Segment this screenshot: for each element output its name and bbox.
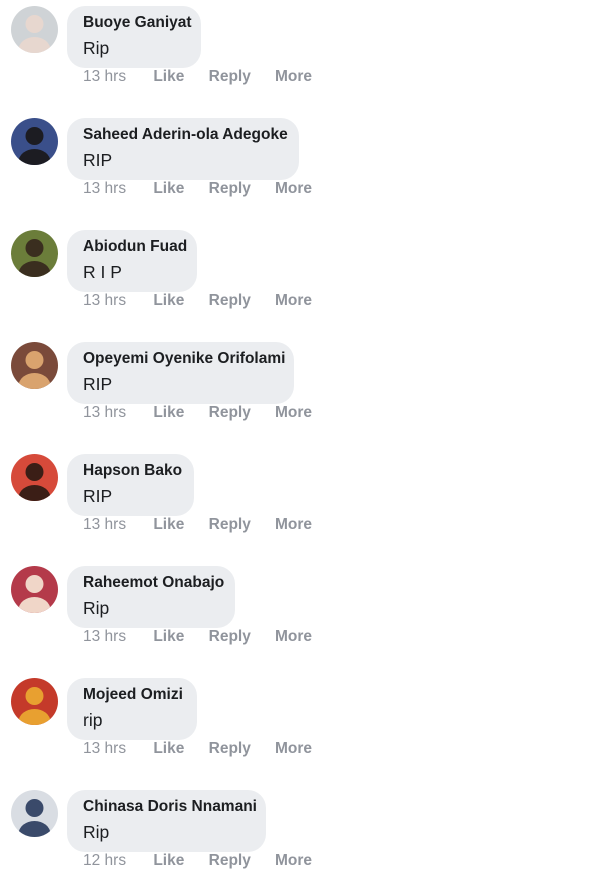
- avatar-3[interactable]: [11, 342, 58, 389]
- comment-text: RIP: [83, 150, 113, 170]
- comment-text: Rip: [83, 598, 110, 618]
- comment-timestamp[interactable]: 13 hrs: [83, 739, 149, 759]
- more-button[interactable]: More: [275, 851, 312, 871]
- reply-button[interactable]: Reply: [209, 739, 271, 759]
- comment-item: Hapson Bako RIP 13 hrs Like Reply More: [0, 448, 600, 560]
- avatar-5[interactable]: [11, 566, 58, 613]
- comment-author[interactable]: Abiodun Fuad: [83, 238, 187, 256]
- comment-author[interactable]: Opeyemi Oyenike Orifolami: [83, 350, 285, 368]
- person-avatar-icon: [11, 118, 58, 165]
- more-button[interactable]: More: [275, 739, 312, 759]
- comment-text: rip: [83, 710, 103, 730]
- comment-actions: 13 hrs Like Reply More: [83, 291, 312, 311]
- comment-text: Rip: [83, 38, 110, 58]
- like-button[interactable]: Like: [153, 403, 204, 423]
- comment-actions: 13 hrs Like Reply More: [83, 67, 312, 87]
- comment-bubble: Saheed Aderin-ola Adegoke RIP: [67, 118, 299, 180]
- comment-timestamp[interactable]: 13 hrs: [83, 291, 149, 311]
- comment-author[interactable]: Hapson Bako: [83, 462, 182, 480]
- comment-actions: 13 hrs Like Reply More: [83, 403, 312, 423]
- comment-bubble: Abiodun Fuad R I P: [67, 230, 197, 292]
- comment-item: Chinasa Doris Nnamani Rip 12 hrs Like Re…: [0, 784, 600, 889]
- comment-item: Abiodun Fuad R I P 13 hrs Like Reply Mor…: [0, 224, 600, 336]
- comment-timestamp[interactable]: 13 hrs: [83, 403, 149, 423]
- comment-actions: 12 hrs Like Reply More: [83, 851, 312, 871]
- comment-author[interactable]: Chinasa Doris Nnamani: [83, 798, 257, 816]
- comment-item: Mojeed Omizi rip 13 hrs Like Reply More: [0, 672, 600, 784]
- comment-text: RIP: [83, 486, 113, 506]
- person-avatar-icon: [11, 678, 58, 725]
- comment-author[interactable]: Mojeed Omizi: [83, 686, 183, 704]
- comment-item: Saheed Aderin-ola Adegoke RIP 13 hrs Lik…: [0, 112, 600, 224]
- comment-bubble: Mojeed Omizi rip: [67, 678, 197, 740]
- comment-bubble: Raheemot Onabajo Rip: [67, 566, 235, 628]
- comment-timestamp[interactable]: 13 hrs: [83, 67, 149, 87]
- person-avatar-icon: [11, 566, 58, 613]
- like-button[interactable]: Like: [153, 67, 204, 87]
- avatar-7[interactable]: [11, 790, 58, 837]
- person-avatar-icon: [11, 230, 58, 277]
- reply-button[interactable]: Reply: [209, 403, 271, 423]
- person-avatar-icon: [11, 6, 58, 53]
- comment-author[interactable]: Saheed Aderin-ola Adegoke: [83, 126, 288, 144]
- comment-timestamp[interactable]: 12 hrs: [83, 851, 149, 871]
- avatar-2[interactable]: [11, 230, 58, 277]
- comment-actions: 13 hrs Like Reply More: [83, 627, 312, 647]
- comment-actions: 13 hrs Like Reply More: [83, 179, 312, 199]
- comment-author[interactable]: Raheemot Onabajo: [83, 574, 224, 592]
- comment-list: Buoye Ganiyat Rip 13 hrs Like Reply More…: [0, 0, 600, 889]
- comment-author[interactable]: Buoye Ganiyat: [83, 14, 192, 32]
- reply-button[interactable]: Reply: [209, 851, 271, 871]
- avatar-0[interactable]: [11, 6, 58, 53]
- comment-bubble: Chinasa Doris Nnamani Rip: [67, 790, 266, 852]
- more-button[interactable]: More: [275, 515, 312, 535]
- comment-timestamp[interactable]: 13 hrs: [83, 627, 149, 647]
- person-avatar-icon: [11, 342, 58, 389]
- comment-item: Buoye Ganiyat Rip 13 hrs Like Reply More: [0, 0, 600, 112]
- comment-item: Opeyemi Oyenike Orifolami RIP 13 hrs Lik…: [0, 336, 600, 448]
- avatar-1[interactable]: [11, 118, 58, 165]
- comment-bubble: Buoye Ganiyat Rip: [67, 6, 201, 68]
- like-button[interactable]: Like: [153, 515, 204, 535]
- more-button[interactable]: More: [275, 67, 312, 87]
- reply-button[interactable]: Reply: [209, 179, 271, 199]
- avatar-6[interactable]: [11, 678, 58, 725]
- comment-text: R I P: [83, 262, 122, 282]
- reply-button[interactable]: Reply: [209, 291, 271, 311]
- comment-bubble: Hapson Bako RIP: [67, 454, 194, 516]
- comment-text: Rip: [83, 822, 110, 842]
- more-button[interactable]: More: [275, 179, 312, 199]
- more-button[interactable]: More: [275, 627, 312, 647]
- person-avatar-icon: [11, 790, 58, 837]
- avatar-4[interactable]: [11, 454, 58, 501]
- reply-button[interactable]: Reply: [209, 67, 271, 87]
- comment-item: Raheemot Onabajo Rip 13 hrs Like Reply M…: [0, 560, 600, 672]
- comment-actions: 13 hrs Like Reply More: [83, 515, 312, 535]
- like-button[interactable]: Like: [153, 851, 204, 871]
- comment-timestamp[interactable]: 13 hrs: [83, 515, 149, 535]
- like-button[interactable]: Like: [153, 627, 204, 647]
- like-button[interactable]: Like: [153, 179, 204, 199]
- reply-button[interactable]: Reply: [209, 627, 271, 647]
- like-button[interactable]: Like: [153, 291, 204, 311]
- comment-text: RIP: [83, 374, 113, 394]
- more-button[interactable]: More: [275, 291, 312, 311]
- comment-bubble: Opeyemi Oyenike Orifolami RIP: [67, 342, 294, 404]
- comment-actions: 13 hrs Like Reply More: [83, 739, 312, 759]
- more-button[interactable]: More: [275, 403, 312, 423]
- comment-timestamp[interactable]: 13 hrs: [83, 179, 149, 199]
- like-button[interactable]: Like: [153, 739, 204, 759]
- reply-button[interactable]: Reply: [209, 515, 271, 535]
- person-avatar-icon: [11, 454, 58, 501]
